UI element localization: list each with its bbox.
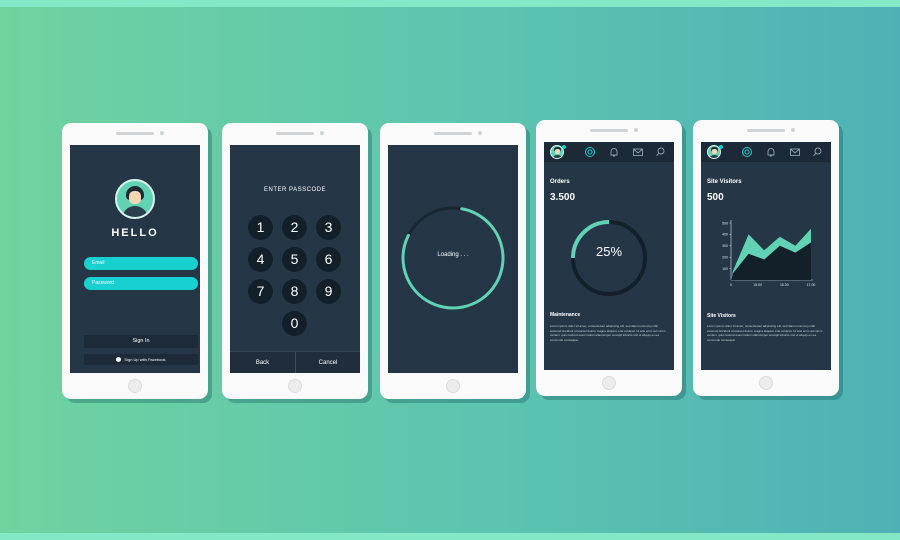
orders-screen: Orders 3.500 25% Maintenance Lorem ipsum… — [544, 142, 674, 370]
phone-speaker — [276, 132, 314, 135]
home-button[interactable] — [288, 379, 302, 393]
phone-camera — [634, 128, 638, 132]
key-7[interactable]: 7 — [248, 279, 273, 304]
home-button[interactable] — [759, 376, 773, 390]
user-avatar — [115, 179, 155, 219]
phone-speaker — [590, 129, 628, 132]
y-tick-label: 200 — [722, 256, 728, 260]
loading-screen: Loading . . . — [388, 145, 518, 373]
key-6[interactable]: 6 — [316, 247, 341, 272]
phone-speaker — [116, 132, 154, 135]
maintenance-label: Maintenance — [550, 312, 581, 318]
y-tick-label: 500 — [722, 221, 728, 225]
phone-passcode: ENTER PASSCODE 1 2 3 4 5 6 7 8 9 0 Back … — [222, 123, 368, 399]
passcode-screen: ENTER PASSCODE 1 2 3 4 5 6 7 8 9 0 Back … — [230, 145, 360, 373]
phone-camera — [320, 131, 324, 135]
home-button[interactable] — [446, 379, 460, 393]
cancel-button[interactable]: Cancel — [296, 352, 360, 373]
visitors-screen: Site Visitors 500 500 400 300 200 100 0 15.00 1… — [701, 142, 831, 370]
x-tick-label: 16.00 — [780, 283, 789, 287]
password-field[interactable]: Password — [84, 277, 198, 290]
x-tick-label: 15.00 — [753, 283, 762, 287]
phone-camera — [478, 131, 482, 135]
visitors-text: Lorem ipsum dolor sit amet, consectetuer… — [707, 324, 823, 342]
loading-ring — [401, 206, 505, 310]
x-tick-label: 0 — [730, 283, 732, 287]
key-0[interactable]: 0 — [282, 311, 307, 336]
top-band — [0, 0, 900, 7]
phone-loading: Loading . . . — [380, 123, 526, 399]
phone-speaker — [434, 132, 472, 135]
maintenance-text: Lorem ipsum dolor sit amet, consectetuer… — [550, 324, 666, 342]
phone-visitors: Site Visitors 500 500 400 300 200 100 0 15.00 1… — [693, 120, 839, 396]
key-1[interactable]: 1 — [248, 215, 273, 240]
passcode-title: ENTER PASSCODE — [264, 187, 326, 193]
key-3[interactable]: 3 — [316, 215, 341, 240]
loading-text: Loading . . . — [437, 252, 469, 258]
key-8[interactable]: 8 — [282, 279, 307, 304]
login-screen: HELLO Email Password Sign In Sign Up wit… — [70, 145, 200, 373]
back-button[interactable]: Back — [230, 352, 295, 373]
phone-orders: Orders 3.500 25% Maintenance Lorem ipsum… — [536, 120, 682, 396]
y-tick-label: 400 — [722, 233, 728, 237]
bottom-band — [0, 533, 900, 540]
phone-camera — [160, 131, 164, 135]
key-2[interactable]: 2 — [282, 215, 307, 240]
sign-in-button[interactable]: Sign In — [84, 335, 198, 348]
facebook-icon — [116, 357, 122, 362]
email-field[interactable]: Email — [84, 257, 198, 270]
key-9[interactable]: 9 — [316, 279, 341, 304]
login-title: HELLO — [111, 227, 159, 239]
phone-speaker — [747, 129, 785, 132]
visitors-label-2: Site Visitors — [707, 313, 736, 319]
facebook-signup-button[interactable]: Sign Up with Facebook — [84, 354, 198, 365]
facebook-signup-label: Sign Up with Facebook — [124, 357, 166, 362]
y-tick-label: 300 — [722, 244, 728, 248]
y-tick-label: 100 — [722, 267, 728, 271]
key-5[interactable]: 5 — [282, 247, 307, 272]
orders-percent: 25% — [595, 244, 623, 259]
phone-camera — [791, 128, 795, 132]
key-4[interactable]: 4 — [248, 247, 273, 272]
home-button[interactable] — [602, 376, 616, 390]
home-button[interactable] — [128, 379, 142, 393]
phone-login: HELLO Email Password Sign In Sign Up wit… — [62, 123, 208, 399]
passcode-action-bar: Back Cancel — [230, 351, 360, 373]
x-tick-label: 17.00 — [807, 283, 816, 287]
